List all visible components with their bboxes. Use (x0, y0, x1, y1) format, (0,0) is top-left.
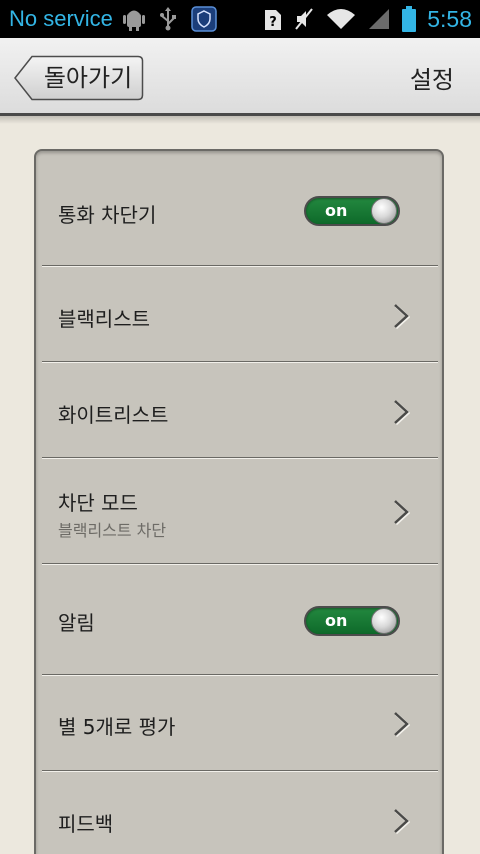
shield-icon (191, 6, 217, 32)
title-bar: 돌아가기 설정 (0, 38, 480, 116)
back-button[interactable]: 돌아가기 (14, 55, 144, 101)
android-debug-icon (122, 7, 145, 31)
setting-row-blacklist[interactable]: 블랙리스트 (36, 267, 442, 363)
setting-sublabel: 블랙리스트 차단 (58, 521, 167, 540)
setting-row-call-blocker[interactable]: 통화 차단기 on (36, 151, 442, 267)
setting-row-rate[interactable]: 별 5개로 평가 (36, 676, 442, 770)
setting-label: 알림 (58, 611, 95, 635)
back-button-label: 돌아가기 (43, 64, 133, 92)
signal-icon (367, 7, 391, 31)
chevron-right-icon (394, 712, 410, 737)
mute-icon (293, 7, 315, 31)
toggle-knob (371, 608, 397, 634)
setting-label: 별 5개로 평가 (58, 715, 176, 739)
page-title: 설정 (409, 66, 454, 94)
setting-label: 통화 차단기 (58, 203, 157, 227)
svg-text:?: ? (269, 15, 277, 30)
setting-label: 피드백 (58, 812, 114, 836)
battery-icon (402, 6, 417, 32)
toggle-knob (371, 198, 397, 224)
setting-label: 차단 모드 (58, 491, 138, 515)
setting-row-whitelist[interactable]: 화이트리스트 (36, 363, 442, 459)
chevron-right-icon (394, 500, 410, 525)
setting-row-feedback[interactable]: 피드백 (36, 772, 442, 854)
setting-row-block-mode[interactable]: 차단 모드 블랙리스트 차단 (36, 459, 442, 565)
status-bar: No service ? 5:58 (0, 0, 480, 38)
carrier-text: No service (9, 6, 113, 31)
clock: 5:58 (427, 5, 472, 32)
usb-icon (159, 7, 177, 31)
wifi-icon (326, 7, 356, 31)
toggle-on-text: on (325, 201, 348, 220)
settings-panel: 통화 차단기 on 블랙리스트 화이트리스트 차단 모드 블랙리스트 차단 알림… (34, 149, 444, 854)
sim-unknown-icon: ? (264, 7, 282, 31)
chevron-right-icon (394, 304, 410, 329)
chevron-right-icon (394, 809, 410, 834)
setting-label: 화이트리스트 (58, 403, 169, 427)
call-blocker-toggle[interactable]: on (304, 196, 400, 226)
setting-row-notification[interactable]: 알림 on (36, 565, 442, 675)
toggle-on-text: on (325, 611, 348, 630)
setting-label: 블랙리스트 (58, 307, 150, 331)
chevron-right-icon (394, 400, 410, 425)
notification-toggle[interactable]: on (304, 606, 400, 636)
header-shadow (0, 116, 480, 124)
